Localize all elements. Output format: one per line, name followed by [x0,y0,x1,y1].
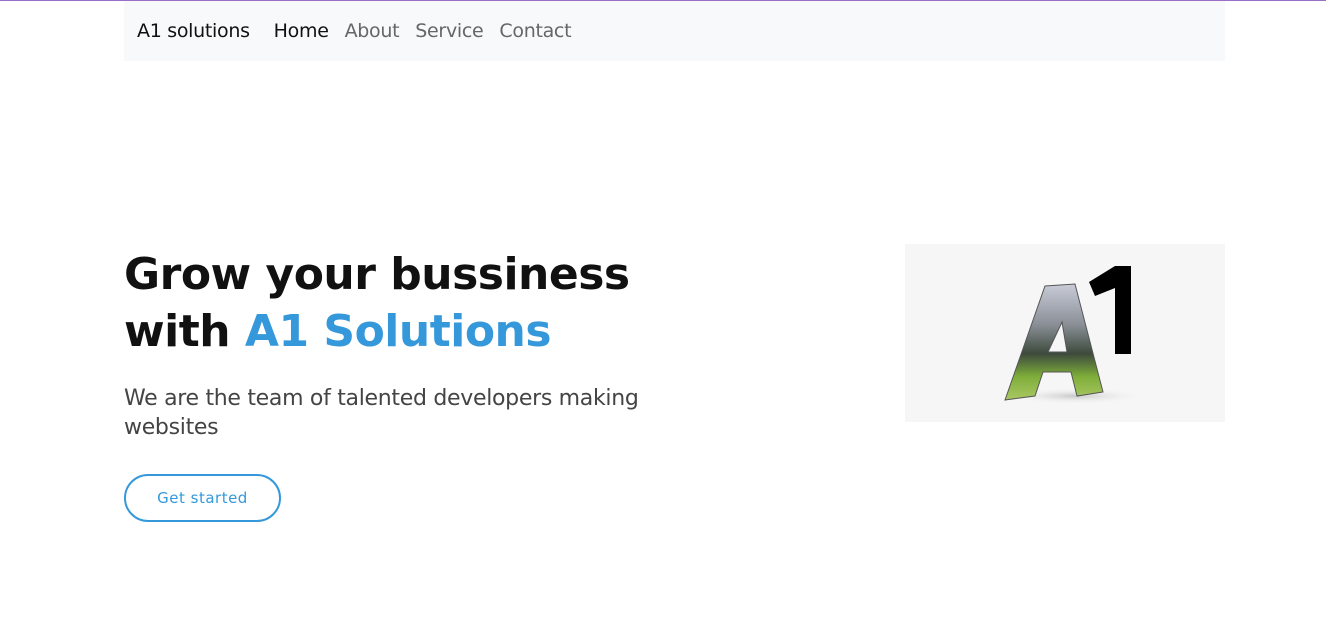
hero-subtitle: We are the team of talented developers m… [124,386,639,440]
navbar: A1 solutions Home About Service Contact [124,1,1225,61]
hero-title-with: with [124,306,245,357]
nav-about[interactable]: About [345,20,400,42]
nav-contact[interactable]: Contact [499,20,571,42]
nav-links: Home About Service Contact [274,20,588,42]
hero-title-line1: Grow your bussiness [124,249,630,300]
hero-title-accent: A1 Solutions [244,306,552,357]
a1-logo-image [905,244,1225,422]
nav-home[interactable]: Home [274,20,329,42]
brand-link[interactable]: A1 solutions [137,20,250,42]
get-started-button[interactable]: Get started [124,474,281,522]
nav-service[interactable]: Service [415,20,483,42]
hero-title: Grow your bussiness with A1 Solutions [124,246,630,360]
